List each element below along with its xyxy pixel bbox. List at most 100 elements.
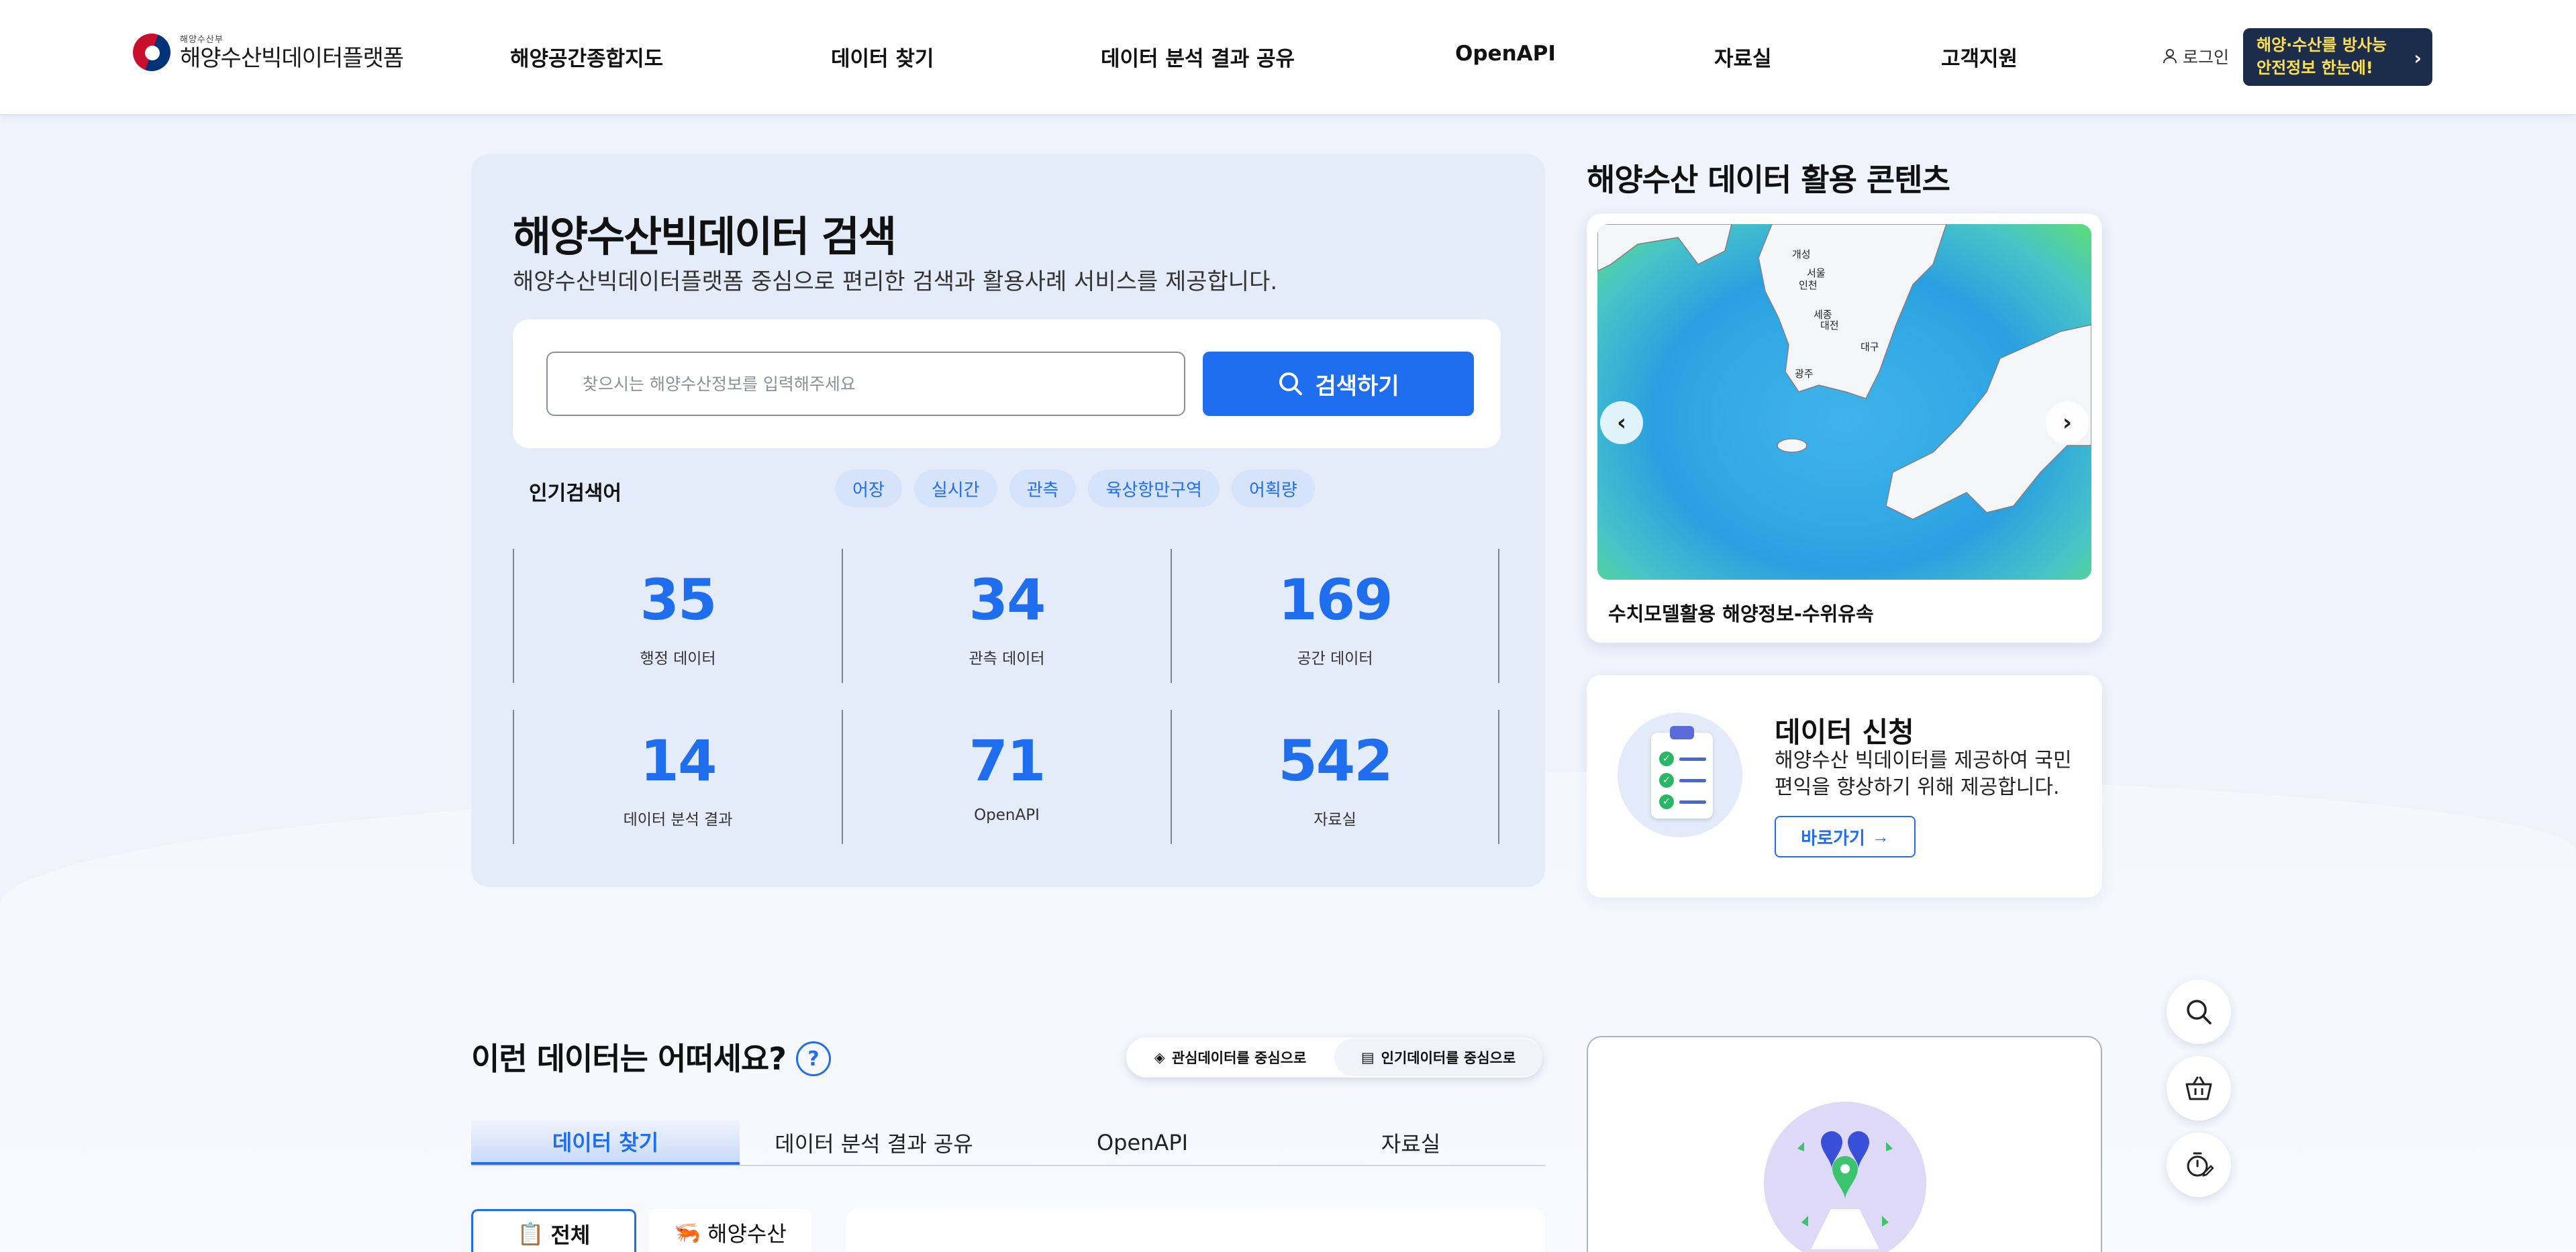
logo-ministry: 해양수산부: [180, 34, 224, 45]
map-label: 개성: [1792, 248, 1811, 260]
search-icon: [2187, 1000, 2212, 1025]
nav-find-data[interactable]: 데이터 찾기: [831, 42, 934, 72]
timer-edit-icon: [2187, 1152, 2214, 1177]
stat-openapi[interactable]: 71 OpenAPI: [842, 710, 1171, 844]
stat-label: 행정 데이터: [640, 650, 716, 668]
contents-title: 해양수산 데이터 활용 콘텐츠: [1587, 162, 1950, 198]
contents-carousel-card[interactable]: 개성 서울 인천 세종 대전 대구 광주 ‹ › 수치모델활용 해양정보-수위유…: [1587, 213, 2102, 643]
popular-keywords-label: 인기검색어: [529, 482, 622, 505]
toggle-interest-data[interactable]: ◈ 관심데이터를 중심으로: [1126, 1039, 1334, 1076]
category-ocean-button[interactable]: 🦐 해양수산: [648, 1209, 812, 1252]
carousel-caption: 수치모델활용 해양정보-수위유속: [1608, 603, 1874, 625]
toggle-popular-data[interactable]: ▤ 인기데이터를 중심으로: [1334, 1039, 1542, 1076]
keyword-chip[interactable]: 어획량: [1231, 470, 1315, 507]
map-label: 대전: [1820, 319, 1839, 331]
stat-spatial-data[interactable]: 169 공간 데이터: [1171, 549, 1499, 683]
recommend-title: 이런 데이터는 어떠세요?: [471, 1041, 787, 1077]
nav-archive[interactable]: 자료실: [1714, 42, 1772, 72]
clipboard-icon: ✓ ✓ ✓: [1651, 726, 1713, 819]
radiation-info-banner[interactable]: 해양·수산를 방사능 안전정보 한눈에! ›: [2243, 28, 2432, 86]
basket-icon: [2185, 1076, 2212, 1100]
apply-description: 해양수산 빅데이터를 제공하여 국민 편익을 향상하기 위해 제공합니다.: [1775, 749, 2072, 799]
government-emblem-icon: [133, 34, 170, 71]
checklist-illustration: ✓ ✓ ✓: [1618, 713, 1742, 837]
tab-analysis-share[interactable]: 데이터 분석 결과 공유: [740, 1120, 1008, 1165]
help-icon[interactable]: ?: [796, 1041, 831, 1076]
site-header: 해양수산부 해양수산빅데이터플랫폼 해양공간종합지도 데이터 찾기 데이터 분석…: [0, 0, 2576, 115]
search-button[interactable]: 검색하기: [1203, 352, 1474, 416]
map-pin-icon: [1797, 1131, 1893, 1249]
recommend-tabs: 데이터 찾기 데이터 분석 결과 공유 OpenAPI 자료실: [471, 1120, 1545, 1166]
nav-support[interactable]: 고객지원: [1941, 42, 2018, 72]
map-landmass: [1597, 224, 2091, 520]
chevron-right-icon: ›: [2414, 47, 2422, 69]
stat-archive[interactable]: 542 자료실: [1171, 710, 1499, 844]
search-icon: [1279, 372, 1303, 395]
map-label: 대구: [1861, 341, 1879, 353]
stat-label: 공간 데이터: [1297, 650, 1373, 668]
keyword-chip[interactable]: 육상항만구역: [1088, 470, 1220, 507]
recommend-mode-toggle: ◈ 관심데이터를 중심으로 ▤ 인기데이터를 중심으로: [1126, 1037, 1542, 1078]
toggle-label: 관심데이터를 중심으로: [1171, 1050, 1307, 1066]
login-label: 로그인: [2183, 48, 2230, 67]
recommend-list-panel: [846, 1208, 1545, 1252]
apply-go-label: 바로가기: [1801, 827, 1865, 848]
data-apply-card: ✓ ✓ ✓ 데이터 신청 해양수산 빅데이터를 제공하여 국민 편익을 향상하기…: [1587, 675, 2102, 898]
search-button-label: 검색하기: [1315, 373, 1399, 399]
stat-value: 71: [969, 728, 1046, 794]
category-all-button[interactable]: 📋 전체: [471, 1209, 636, 1252]
recommend-side-card: [1587, 1036, 2102, 1252]
logo-title: 해양수산빅데이터플랫폼: [180, 44, 404, 72]
apply-go-button[interactable]: 바로가기 →: [1775, 816, 1916, 857]
stat-value: 35: [640, 567, 717, 633]
chevron-right-icon: ›: [2062, 409, 2072, 436]
search-panel: 해양수산빅데이터 검색 해양수산빅데이터플랫폼 중심으로 편리한 검색과 활용사…: [471, 154, 1545, 887]
carousel-prev-button[interactable]: ‹: [1600, 401, 1643, 444]
stat-value: 542: [1278, 728, 1393, 794]
stat-label: OpenAPI: [974, 806, 1040, 824]
tab-find-data[interactable]: 데이터 찾기: [471, 1120, 740, 1165]
stat-admin-data[interactable]: 35 행정 데이터: [513, 549, 842, 683]
document-icon: 📋: [517, 1220, 544, 1247]
search-input[interactable]: [546, 352, 1185, 416]
toggle-label: 인기데이터를 중심으로: [1381, 1050, 1516, 1066]
banner-line-2: 안전정보 한눈에!: [2257, 58, 2373, 77]
arrow-right-icon: →: [1871, 826, 1889, 847]
chevron-left-icon: ‹: [1616, 409, 1626, 436]
stat-observation-data[interactable]: 34 관측 데이터: [842, 549, 1171, 683]
keyword-chip[interactable]: 실시간: [913, 470, 997, 507]
stat-analysis-results[interactable]: 14 데이터 분석 결과: [513, 710, 842, 844]
stat-value: 14: [640, 728, 717, 794]
category-label: 해양수산: [707, 1221, 787, 1247]
stat-label: 데이터 분석 결과: [623, 811, 733, 829]
carousel-next-button[interactable]: ›: [2046, 401, 2089, 444]
search-box: 검색하기: [513, 319, 1501, 448]
quick-search-button[interactable]: [2167, 980, 2231, 1044]
tab-archive[interactable]: 자료실: [1277, 1120, 1545, 1165]
map-label: 광주: [1795, 368, 1814, 380]
quick-basket-button[interactable]: [2167, 1056, 2231, 1120]
user-icon: [2163, 49, 2177, 64]
apply-title: 데이터 신청: [1775, 716, 1914, 749]
ocean-current-map: 개성 서울 인천 세종 대전 대구 광주: [1597, 224, 2091, 580]
nav-openapi[interactable]: OpenAPI: [1455, 42, 1556, 66]
keyword-chip[interactable]: 어장: [835, 470, 902, 507]
nav-ocean-map[interactable]: 해양공간종합지도: [510, 42, 663, 72]
quick-timer-button[interactable]: [2167, 1133, 2231, 1197]
nav-analysis-share[interactable]: 데이터 분석 결과 공유: [1101, 42, 1295, 72]
map-label: 인천: [1799, 279, 1818, 291]
keyword-chip[interactable]: 관측: [1009, 470, 1077, 507]
stat-label: 자료실: [1314, 811, 1356, 829]
location-pin-illustration: [1764, 1102, 1926, 1252]
login-link[interactable]: 로그인: [2163, 44, 2229, 68]
site-logo[interactable]: 해양수산부 해양수산빅데이터플랫폼: [133, 32, 404, 72]
shrimp-icon: 🦐: [674, 1220, 701, 1245]
tab-openapi[interactable]: OpenAPI: [1008, 1120, 1277, 1165]
popular-keywords: 어장 실시간 관측 육상항만구역 어획량: [835, 470, 1315, 507]
stat-value: 34: [969, 567, 1046, 633]
database-icon: ▤: [1360, 1049, 1375, 1065]
search-subtitle: 해양수산빅데이터플랫폼 중심으로 편리한 검색과 활용사례 서비스를 제공합니다…: [513, 268, 1278, 295]
banner-line-1: 해양·수산를 방사능: [2257, 36, 2387, 54]
stat-value: 169: [1278, 567, 1393, 633]
category-label: 전체: [550, 1222, 591, 1248]
